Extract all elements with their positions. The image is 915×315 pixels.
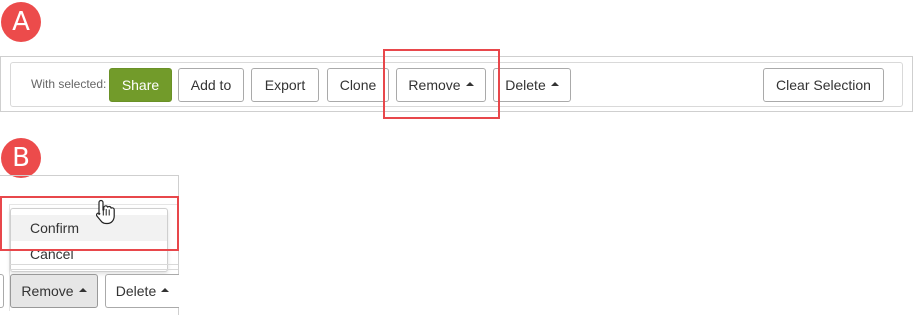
caret-up-icon — [550, 82, 559, 86]
share-button[interactable]: Share — [109, 68, 172, 102]
delete-dropdown-button[interactable]: Delete — [105, 274, 179, 308]
delete-button-label: Delete — [505, 77, 546, 93]
hand-pointer-cursor-icon — [95, 199, 115, 225]
delete-dropdown-button[interactable]: Delete — [493, 68, 571, 102]
add-to-button[interactable]: Add to — [178, 68, 244, 102]
step-badge-b: B — [1, 138, 41, 178]
clone-button[interactable]: Clone — [327, 68, 389, 102]
with-selected-label: With selected: — [31, 77, 107, 91]
remove-dropdown-button-open[interactable]: Remove — [10, 274, 98, 308]
delete-button-label: Delete — [115, 283, 157, 299]
export-button[interactable]: Export — [251, 68, 319, 102]
remove-button-label: Remove — [21, 283, 74, 299]
share-button-partial[interactable] — [0, 274, 4, 308]
step-badge-a: A — [1, 2, 41, 42]
crop-frame-top — [0, 175, 179, 176]
clear-selection-button[interactable]: Clear Selection — [763, 68, 884, 102]
confirm-highlight-box — [0, 196, 179, 251]
remove-highlight-box — [383, 49, 500, 119]
divider-line — [10, 269, 178, 270]
caret-up-icon — [78, 288, 87, 292]
caret-up-icon — [161, 288, 170, 292]
divider-line — [10, 264, 178, 265]
